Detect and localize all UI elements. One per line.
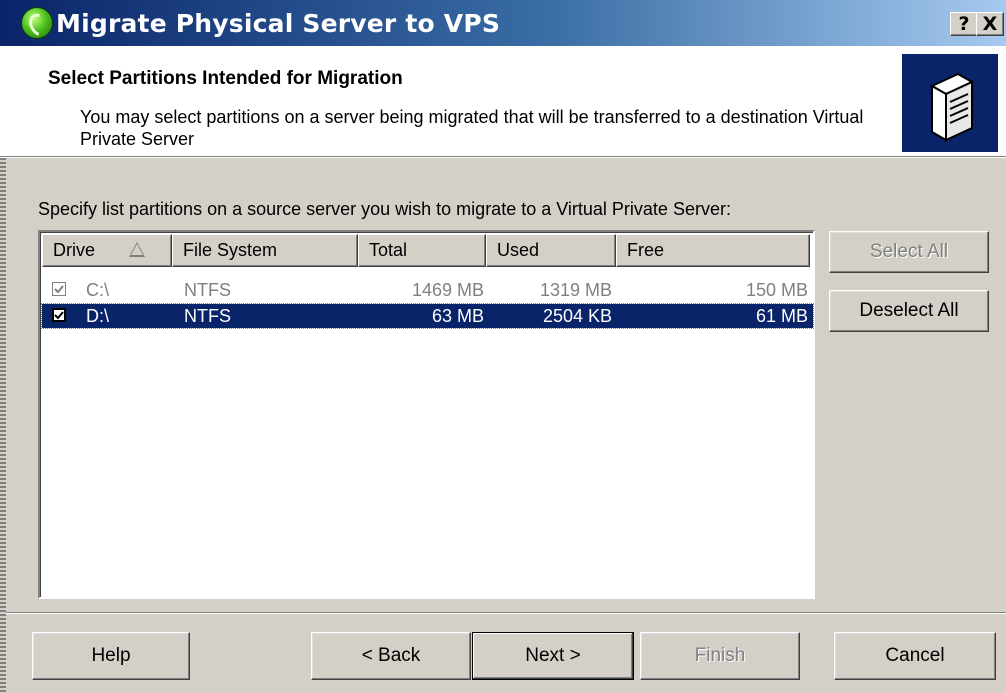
free-cell: 61 MB xyxy=(755,306,808,326)
server-icon xyxy=(902,54,998,152)
column-header-drive[interactable]: Drive xyxy=(42,234,172,267)
column-header-label: Used xyxy=(497,240,540,260)
partitions-list[interactable]: Drive File System Total Used Free C:\ NT… xyxy=(38,230,815,599)
deselect-all-button[interactable]: Deselect All xyxy=(829,290,989,332)
column-header-label: Total xyxy=(369,240,408,260)
file-system-cell: NTFS xyxy=(184,306,231,326)
finish-button[interactable]: Finish xyxy=(640,632,800,680)
total-cell: 1469 MB xyxy=(411,280,484,300)
column-header-label: Free xyxy=(627,240,665,260)
help-button[interactable]: Help xyxy=(32,632,190,680)
free-cell: 150 MB xyxy=(745,280,808,300)
next-button[interactable]: Next > xyxy=(472,632,634,680)
select-all-button[interactable]: Select All xyxy=(829,231,989,273)
drive-cell: D:\ xyxy=(86,306,110,326)
row-checkbox[interactable] xyxy=(52,308,66,322)
checkmark-icon xyxy=(54,285,64,294)
table-row[interactable]: C:\ NTFS 1469 MB 1319 MB 150 MB xyxy=(42,278,813,302)
column-header-total[interactable]: Total xyxy=(358,234,486,267)
total-cell: 63 MB xyxy=(431,306,484,326)
row-checkbox[interactable] xyxy=(52,282,66,296)
app-icon xyxy=(22,8,52,38)
instruction-text: Specify list partitions on a source serv… xyxy=(38,199,731,219)
help-title-button[interactable]: ? xyxy=(950,12,978,36)
drive-cell: C:\ xyxy=(86,280,110,300)
title-bar[interactable]: Migrate Physical Server to VPS ? X xyxy=(0,0,1006,46)
used-cell: 2504 KB xyxy=(542,306,612,326)
column-header-file-system[interactable]: File System xyxy=(172,234,358,267)
back-button[interactable]: < Back xyxy=(311,632,471,680)
window-title: Migrate Physical Server to VPS xyxy=(56,9,501,38)
column-header-free[interactable]: Free xyxy=(616,234,810,267)
column-header-label: Drive xyxy=(53,240,96,260)
sort-ascending-icon xyxy=(129,242,145,257)
wizard-header: Select Partitions Intended for Migration… xyxy=(0,46,1006,158)
column-header-label: File System xyxy=(183,240,278,260)
table-row[interactable]: D:\ NTFS 63 MB 2504 KB 61 MB xyxy=(41,303,814,329)
used-cell: 1319 MB xyxy=(539,280,612,300)
page-title: Select Partitions Intended for Migration xyxy=(48,68,403,89)
column-header-used[interactable]: Used xyxy=(486,234,616,267)
file-system-cell: NTFS xyxy=(184,280,231,300)
footer-separator-highlight xyxy=(6,613,1006,614)
checkmark-icon xyxy=(54,311,64,320)
cancel-button[interactable]: Cancel xyxy=(834,632,996,680)
close-button[interactable]: X xyxy=(976,12,1004,36)
page-description: You may select partitions on a server be… xyxy=(80,107,864,149)
